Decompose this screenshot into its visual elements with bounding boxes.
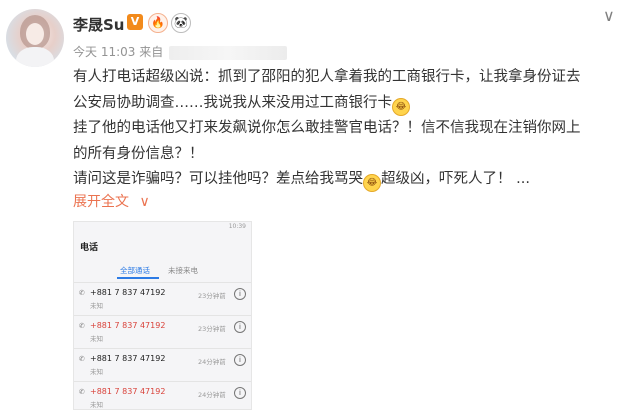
divider	[74, 282, 251, 283]
call-number: +881 7 837 47192	[90, 288, 166, 297]
source-blurred	[169, 45, 288, 60]
avatar[interactable]	[6, 9, 64, 67]
phone-icon: ✆	[79, 388, 85, 396]
call-time: 23分钟前	[198, 325, 226, 333]
post-line-5: 请问这是诈骗吗？可以挂他吗？差点给我骂哭 😂 超级凶，吓死人了！ ...	[73, 167, 621, 193]
call-time: 24分钟前	[198, 358, 226, 366]
post-line-2: 公安局协助调查……我说我从来没用过工商银行卡 😂	[73, 91, 621, 117]
info-icon: i	[234, 387, 246, 399]
phone-app-title: 电话	[80, 243, 99, 253]
avatar-body	[16, 47, 54, 67]
call-label: 未知	[90, 368, 103, 376]
vip-badge-icon[interactable]: V	[127, 14, 143, 30]
phone-icon: ✆	[79, 289, 85, 297]
tab-all-calls: 全部通话	[120, 266, 150, 275]
divider	[74, 315, 251, 316]
phone-icon: ✆	[79, 322, 85, 330]
phone-status-bar: 10:39	[228, 223, 246, 230]
divider	[74, 381, 251, 382]
call-log-screenshot-image[interactable]: 10:39 电话 全部通话 未接来电 ✆ +881 7 837 47192 未知…	[73, 221, 252, 410]
tab-missed-calls: 未接来电	[168, 266, 198, 275]
info-icon: i	[234, 321, 246, 333]
call-number: +881 7 837 47192	[90, 354, 166, 363]
post-line-5b-text: 超级凶，吓死人了！ ...	[381, 171, 530, 187]
call-row: ✆ +881 7 837 47192 未知 23分钟前 i	[74, 319, 251, 350]
call-number: +881 7 837 47192	[90, 321, 166, 330]
post-text: 有人打电话超级凶说：抓到了邵阳的犯人拿着我的工商银行卡，让我拿身份证去 公安局协…	[73, 65, 621, 193]
expand-chevron-icon: ∨	[139, 194, 150, 210]
post-line-5a-text: 请问这是诈骗吗？可以挂他吗？差点给我骂哭	[73, 171, 363, 187]
post-line-1: 有人打电话超级凶说：抓到了邵阳的犯人拿着我的工商银行卡，让我拿身份证去	[73, 69, 581, 85]
post-line-4: 的所有身份信息？！	[73, 145, 204, 162]
call-time: 24分钟前	[198, 391, 226, 399]
call-label: 未知	[90, 302, 103, 310]
tab-underline	[117, 277, 159, 279]
info-icon: i	[234, 354, 246, 366]
panda-badge-icon[interactable]: 🐼	[171, 13, 191, 33]
chevron-down-icon[interactable]: ∨	[603, 6, 615, 25]
post-line-3: 挂了他的电话他又打来发飙说你怎么敢挂警官电话？！信不信我现在注销你网上	[73, 120, 581, 136]
laugh-cry-emoji-icon: 😂	[363, 174, 381, 192]
call-row: ✆ +881 7 837 47192 未知 23分钟前 i	[74, 286, 251, 317]
call-number: +881 7 837 47192	[90, 387, 166, 396]
expand-full-text-link[interactable]: 展开全文 ∨	[73, 191, 150, 211]
avatar-face	[26, 23, 44, 45]
post-meta: 今天 11:03 来自	[73, 43, 288, 60]
call-row: ✆ +881 7 837 47192 未知 24分钟前 i	[74, 352, 251, 383]
post-line-2-text: 公安局协助调查……我说我从来没用过工商银行卡	[73, 94, 392, 111]
call-row: ✆ +881 7 837 47192 未知 24分钟前 i	[74, 385, 251, 409]
info-icon: i	[234, 288, 246, 300]
fire-badge-icon[interactable]: 🔥	[148, 13, 168, 33]
laugh-cry-emoji-icon: 😂	[392, 97, 410, 116]
post-time[interactable]: 今天 11:03 来自	[73, 45, 163, 59]
username[interactable]: 李晟Su	[73, 14, 124, 35]
call-time: 23分钟前	[198, 292, 226, 300]
divider	[74, 348, 251, 349]
phone-icon: ✆	[79, 355, 85, 363]
call-label: 未知	[90, 335, 103, 343]
expand-label: 展开全文	[73, 194, 129, 210]
